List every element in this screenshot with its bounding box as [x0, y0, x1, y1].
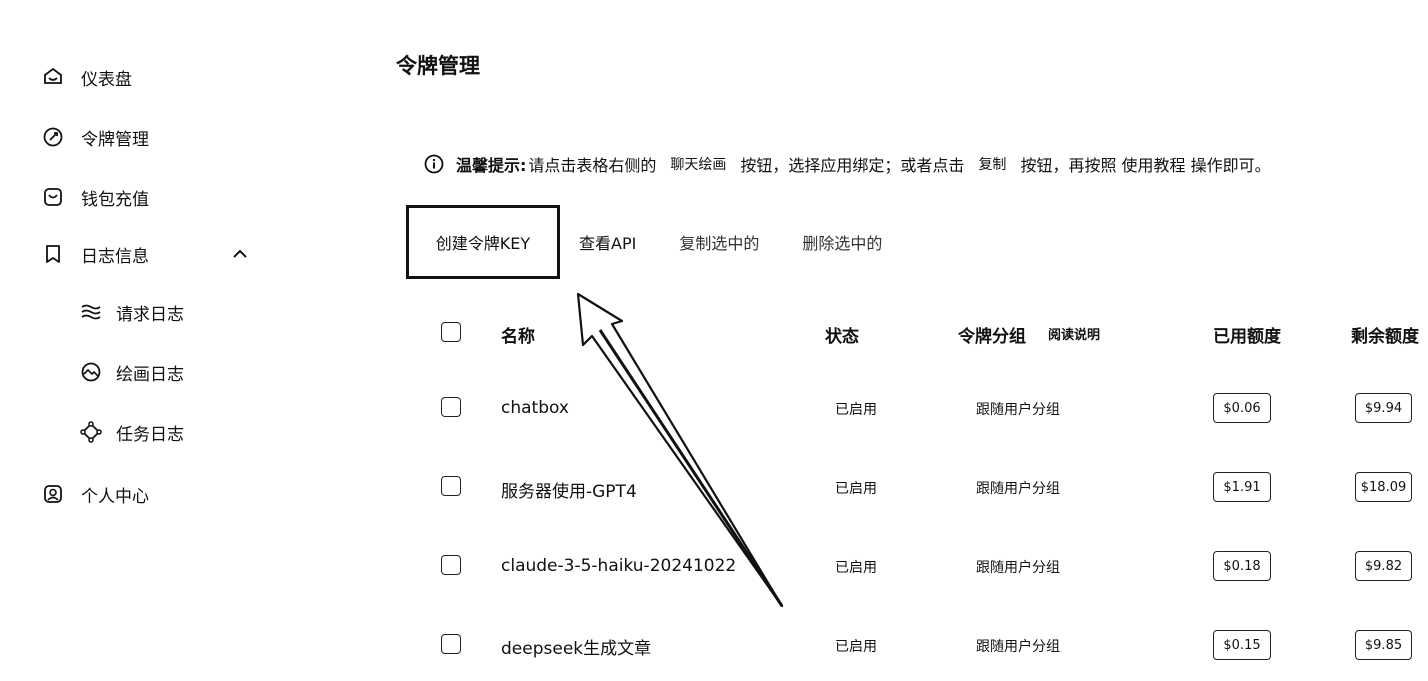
tip-notice: 温馨提示: 请点击表格右侧的 聊天绘画 按钮，选择应用绑定；或者点击 复制 按钮… — [424, 152, 1271, 176]
select-all-checkbox[interactable] — [441, 322, 461, 342]
token-group: 跟随用户分组 — [976, 560, 1060, 576]
row-checkbox[interactable] — [441, 555, 461, 575]
token-name: claude-3-5-haiku-20241022 — [501, 556, 737, 576]
used-quota-badge: $0.15 — [1213, 630, 1271, 660]
token-name: chatbox — [501, 398, 569, 418]
image-icon — [80, 361, 102, 383]
sidebar: 仪表盘 令牌管理 钱包充值 日志信息 请求日志 绘画日志 任务日志 个人中心 — [0, 0, 300, 681]
column-header-group: 令牌分组 — [958, 327, 1026, 347]
key-icon — [42, 126, 64, 148]
sidebar-item-label: 日志信息 — [81, 246, 149, 267]
dashboard-icon — [42, 66, 64, 88]
remaining-quota-badge: $18.09 — [1355, 472, 1412, 502]
used-quota-badge: $1.91 — [1213, 472, 1271, 502]
used-quota-badge: $0.06 — [1213, 393, 1271, 423]
copy-selected-button[interactable]: 复制选中的 — [679, 230, 759, 254]
sidebar-item-label: 个人中心 — [81, 486, 149, 507]
sidebar-item-label: 任务日志 — [116, 424, 184, 445]
row-checkbox[interactable] — [441, 476, 461, 496]
token-status: 已启用 — [835, 560, 877, 576]
sidebar-item-label: 仪表盘 — [81, 69, 132, 90]
sidebar-item-dashboard[interactable]: 仪表盘 — [42, 62, 132, 92]
sidebar-item-profile[interactable]: 个人中心 — [42, 479, 149, 509]
remaining-quota-badge: $9.85 — [1355, 630, 1412, 660]
row-checkbox[interactable] — [441, 634, 461, 654]
sidebar-item-drawing-logs[interactable]: 绘画日志 — [80, 357, 184, 387]
token-group: 跟随用户分组 — [976, 481, 1060, 497]
sidebar-item-label: 请求日志 — [116, 304, 184, 325]
task-icon — [80, 421, 102, 443]
user-icon — [42, 483, 64, 505]
sidebar-item-wallet[interactable]: 钱包充值 — [42, 182, 149, 212]
token-name: deepseek生成文章 — [501, 639, 652, 659]
sidebar-item-task-logs[interactable]: 任务日志 — [80, 417, 184, 447]
chevron-up-icon[interactable] — [230, 244, 250, 264]
token-group: 跟随用户分组 — [976, 639, 1060, 655]
token-status: 已启用 — [835, 402, 877, 418]
chat-draw-chip: 聊天绘画 — [670, 157, 727, 173]
delete-selected-button[interactable]: 删除选中的 — [802, 230, 882, 254]
info-icon — [424, 154, 444, 174]
sidebar-item-label: 钱包充值 — [81, 189, 149, 210]
tip-text-1: 请点击表格右侧的 — [528, 156, 657, 175]
column-header-name: 名称 — [501, 327, 535, 347]
tip-text-2: 按钮，选择应用绑定；或者点击 — [740, 156, 965, 175]
create-token-button[interactable]: 创建令牌KEY — [406, 205, 560, 279]
group-help-link[interactable]: 阅读说明 — [1048, 324, 1100, 343]
bookmark-icon — [42, 243, 64, 265]
view-api-button[interactable]: 查看API — [579, 230, 636, 254]
copy-chip: 复制 — [978, 157, 1007, 173]
wallet-icon — [42, 186, 64, 208]
row-checkbox[interactable] — [441, 397, 461, 417]
remaining-quota-badge: $9.82 — [1355, 551, 1412, 581]
token-status: 已启用 — [835, 481, 877, 497]
sidebar-item-request-logs[interactable]: 请求日志 — [80, 297, 184, 327]
token-group: 跟随用户分组 — [976, 402, 1060, 418]
sidebar-item-logs[interactable]: 日志信息 — [42, 239, 149, 269]
page-title: 令牌管理 — [396, 54, 480, 78]
used-quota-badge: $0.18 — [1213, 551, 1271, 581]
token-name: 服务器使用-GPT4 — [501, 482, 637, 502]
toolbar: 创建令牌KEY 查看API 复制选中的 删除选中的 — [406, 205, 882, 279]
column-header-remaining: 剩余额度 — [1351, 327, 1419, 347]
waves-icon — [80, 301, 102, 323]
token-status: 已启用 — [835, 639, 877, 655]
column-header-used: 已用额度 — [1213, 327, 1281, 347]
tip-title: 温馨提示: — [456, 156, 527, 175]
sidebar-item-tokens[interactable]: 令牌管理 — [42, 122, 149, 152]
column-header-status: 状态 — [825, 327, 859, 347]
tip-text-3: 按钮，再按照 使用教程 操作即可。 — [1020, 156, 1271, 175]
sidebar-item-label: 令牌管理 — [81, 129, 149, 150]
sidebar-item-label: 绘画日志 — [116, 364, 184, 385]
remaining-quota-badge: $9.94 — [1355, 393, 1412, 423]
